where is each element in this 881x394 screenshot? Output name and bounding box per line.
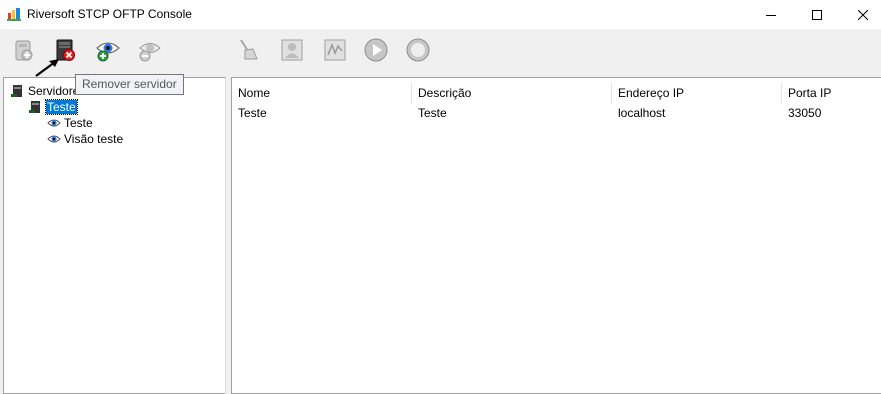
toolbar [0,29,881,71]
user-icon [281,39,303,61]
eye-icon [46,115,62,131]
tree-divider [225,80,226,394]
maximize-icon [812,9,822,20]
eye-icon [46,131,62,147]
window-title: Riversoft STCP OFTP Console [27,7,192,21]
tree-node-label: Teste [45,99,78,115]
broom-icon [240,39,258,60]
column-header-ip-port[interactable]: Porta IP [782,82,881,104]
column-header-name[interactable]: Nome [232,82,412,104]
close-button[interactable] [840,0,881,29]
user-button[interactable] [277,35,307,65]
app-icon [7,7,21,21]
stop-icon [406,38,430,62]
play-icon [364,38,388,62]
servers-icon [10,83,26,99]
server-icon [28,99,44,115]
column-header-ip-address[interactable]: Endereço IP [612,82,782,104]
maximize-button[interactable] [794,0,840,29]
server-tree[interactable]: Servidores Teste Teste Visão teste [3,77,226,394]
cell-name: Teste [238,106,267,120]
clear-button[interactable] [233,35,263,65]
tree-node-view-teste[interactable]: Teste [46,115,93,131]
stop-button[interactable] [403,35,433,65]
cell-ip-address: localhost [618,106,666,120]
remove-view-button[interactable] [135,35,165,65]
cell-ip-port: 33050 [788,106,822,120]
minimize-button[interactable] [748,0,794,29]
add-view-button[interactable] [93,35,123,65]
signature-icon [324,39,346,61]
cell-description: Teste [418,106,447,120]
start-button[interactable] [361,35,391,65]
close-icon [858,9,868,20]
tree-node-label: Visão teste [64,132,124,146]
server-list[interactable]: Nome Descrição Endereço IP Porta IP Test… [231,77,881,394]
tree-node-view-visao-teste[interactable]: Visão teste [46,131,123,147]
column-header-description[interactable]: Descrição [412,82,612,104]
signature-button[interactable] [320,35,350,65]
eye-remove-icon [139,43,161,62]
eye-add-icon [96,42,120,62]
tooltip: Remover servidor [75,74,184,95]
tree-node-label: Teste [64,116,93,130]
minimize-icon [766,14,776,16]
arrow-pointer-icon [35,59,59,77]
tree-node-server-teste[interactable]: Teste [28,99,78,115]
title-bar: Riversoft STCP OFTP Console [0,0,881,29]
